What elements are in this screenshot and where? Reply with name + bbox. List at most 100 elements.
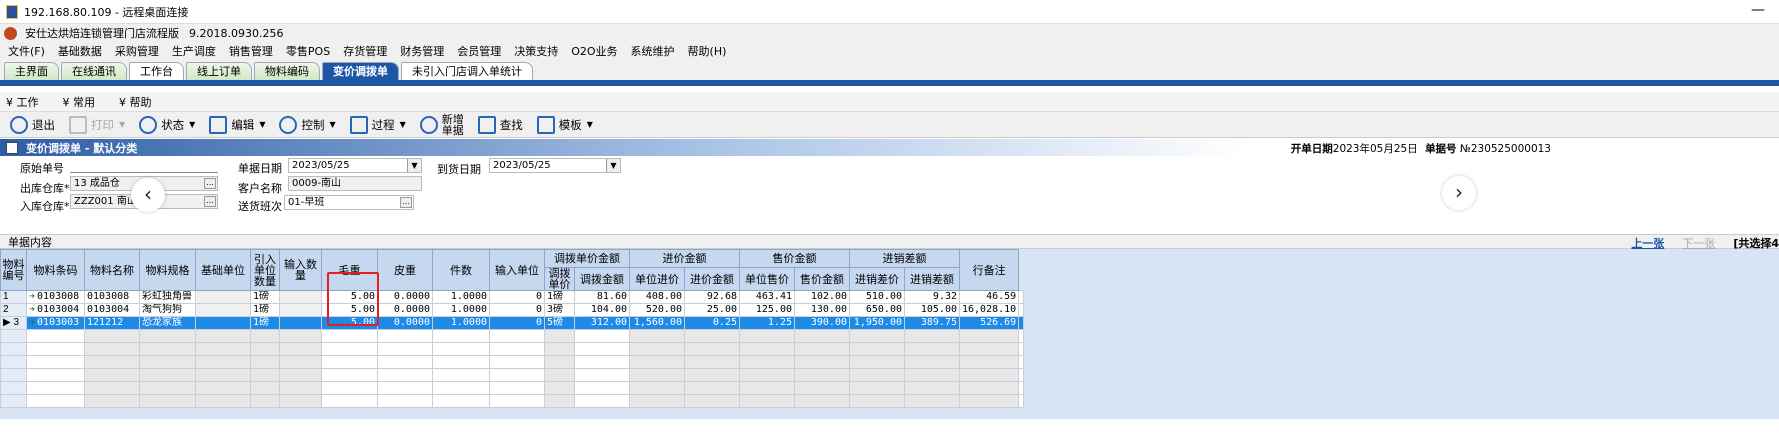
prev-arrow-button[interactable]: ‹ (131, 178, 165, 212)
out-warehouse-lookup-button[interactable]: ... (204, 178, 216, 189)
empty-row[interactable] (0, 342, 1025, 356)
empty-cell[interactable] (321, 329, 378, 343)
cell-in-unit[interactable]: 5磅 (544, 316, 575, 330)
empty-cell[interactable] (544, 368, 575, 382)
empty-cell[interactable] (432, 368, 490, 382)
empty-cell[interactable] (684, 342, 740, 356)
cell-transfer-price[interactable]: 104.00 (574, 303, 630, 317)
cell-tare[interactable]: 1.0000 (432, 316, 490, 330)
cell-code[interactable]: ➔ 0103003 (26, 316, 85, 330)
empty-cell[interactable] (377, 355, 433, 369)
cell-unit-cost[interactable]: 92.68 (684, 290, 740, 304)
col-unit-sale[interactable]: 单位售价 (739, 267, 795, 291)
empty-cell[interactable] (26, 329, 85, 343)
cell-code[interactable]: ➔ 0103004 (26, 303, 85, 317)
col-input-unit[interactable]: 输入单位 (489, 249, 545, 291)
empty-cell[interactable] (84, 381, 140, 395)
empty-cell[interactable] (250, 355, 280, 369)
customer-field[interactable]: 0009-南山 (288, 176, 422, 191)
col-material-name[interactable]: 物料名称 (84, 249, 140, 291)
empty-cell[interactable] (279, 368, 322, 382)
table-row-selected[interactable]: ▶ 3 ➔ 0103003 121212 恐龙家族 1磅 5.00 0.0000 … (0, 316, 1025, 330)
empty-cell[interactable] (250, 381, 280, 395)
cell-sale-amount[interactable]: 1,950.00 (849, 316, 905, 330)
empty-cell[interactable] (26, 355, 85, 369)
tab-online-orders[interactable]: 线上订单 (186, 62, 252, 80)
menu-pos[interactable]: 零售POS (286, 43, 330, 59)
empty-cell[interactable] (739, 394, 795, 408)
cell-diff-amount[interactable]: 16,028.10 (958, 303, 1020, 317)
empty-cell[interactable] (958, 381, 1020, 395)
empty-cell[interactable] (139, 381, 196, 395)
col-ref-qty[interactable]: 引入单位数量 (250, 249, 280, 291)
empty-cell[interactable] (629, 368, 685, 382)
empty-cell[interactable] (958, 355, 1020, 369)
empty-cell[interactable] (321, 394, 378, 408)
cell-unit[interactable]: 1磅 (250, 290, 280, 304)
empty-cell[interactable] (544, 355, 575, 369)
empty-cell[interactable] (84, 342, 140, 356)
menu-decision[interactable]: 决策支持 (514, 43, 558, 59)
cell-unit-cost[interactable]: 25.00 (684, 303, 740, 317)
empty-cell[interactable] (794, 342, 850, 356)
empty-cell[interactable] (26, 368, 85, 382)
empty-cell[interactable] (904, 355, 960, 369)
empty-cell[interactable] (739, 381, 795, 395)
exit-button[interactable]: 退出 (10, 115, 55, 134)
empty-cell[interactable] (279, 342, 322, 356)
empty-cell[interactable] (849, 342, 905, 356)
empty-cell[interactable] (321, 355, 378, 369)
cell-transfer-amount[interactable]: 520.00 (629, 303, 685, 317)
empty-cell[interactable] (489, 394, 545, 408)
empty-cell[interactable] (629, 342, 685, 356)
menu-file[interactable]: 文件(F) (8, 43, 45, 59)
empty-cell[interactable] (279, 394, 322, 408)
empty-cell[interactable] (629, 381, 685, 395)
empty-cell[interactable] (794, 329, 850, 343)
empty-cell[interactable] (739, 342, 795, 356)
col-sale-amount[interactable]: 售价金额 (794, 267, 850, 291)
empty-cell[interactable] (321, 368, 378, 382)
menu-sales[interactable]: 销售管理 (229, 43, 273, 59)
tab-online-chat[interactable]: 在线通讯 (61, 62, 127, 80)
workspace-help[interactable]: ¥ 帮助 (119, 94, 164, 110)
empty-cell[interactable] (84, 368, 140, 382)
empty-cell[interactable] (739, 355, 795, 369)
empty-cell[interactable] (377, 342, 433, 356)
edit-button[interactable]: 编辑 ▼ (209, 115, 265, 134)
empty-cell[interactable] (26, 342, 85, 356)
col-cost-amount[interactable]: 进价金额 (684, 267, 740, 291)
empty-cell[interactable] (904, 368, 960, 382)
menu-finance[interactable]: 财务管理 (400, 43, 444, 59)
empty-cell[interactable] (544, 329, 575, 343)
next-arrow-button[interactable]: › (1442, 176, 1476, 210)
cell-remark[interactable] (1018, 303, 1025, 317)
cell-diff-price[interactable]: 105.00 (904, 303, 960, 317)
empty-cell[interactable] (684, 368, 740, 382)
empty-cell[interactable] (684, 381, 740, 395)
cell-transfer-price[interactable]: 312.00 (574, 316, 630, 330)
empty-cell[interactable] (739, 368, 795, 382)
empty-cell[interactable] (849, 394, 905, 408)
tab-unimported-stats[interactable]: 未引入门店调入单统计 (401, 62, 533, 80)
col-barcode[interactable]: 物料条码 (26, 249, 85, 291)
workspace-common[interactable]: ¥ 常用 (63, 94, 108, 110)
empty-cell[interactable] (195, 342, 251, 356)
cell-remark[interactable] (1018, 316, 1025, 330)
cell-gross[interactable]: 0.0000 (377, 303, 433, 317)
shift-lookup-button[interactable]: ... (400, 197, 412, 208)
menu-inventory[interactable]: 存货管理 (343, 43, 387, 59)
empty-cell[interactable] (84, 355, 140, 369)
empty-cell[interactable] (321, 342, 378, 356)
empty-cell[interactable] (377, 381, 433, 395)
cell-spec[interactable] (195, 303, 251, 317)
cell-tare[interactable]: 1.0000 (432, 303, 490, 317)
cell-cost-amount[interactable]: 463.41 (739, 290, 795, 304)
empty-cell[interactable] (195, 381, 251, 395)
empty-cell[interactable] (432, 355, 490, 369)
menu-system[interactable]: 系统维护 (631, 43, 675, 59)
in-warehouse-lookup-button[interactable]: ... (204, 196, 216, 207)
cell-name[interactable]: 淘气狗狗 (139, 303, 196, 317)
empty-cell[interactable] (321, 381, 378, 395)
empty-row[interactable] (0, 355, 1025, 369)
